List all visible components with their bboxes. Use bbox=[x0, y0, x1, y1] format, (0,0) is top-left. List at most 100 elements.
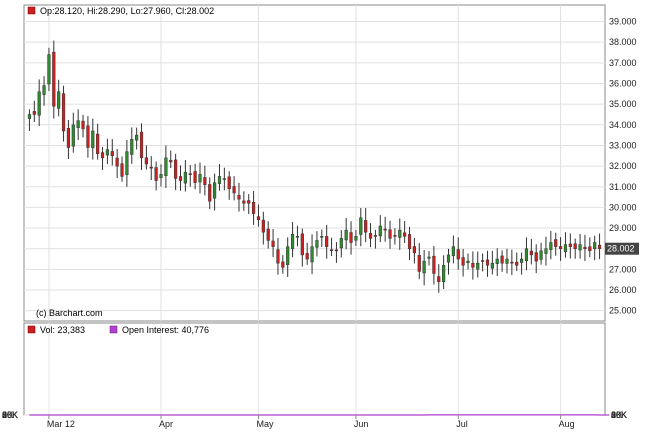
price-tick-label: 25.000 bbox=[609, 306, 637, 316]
candle-body bbox=[71, 124, 75, 147]
candle-body bbox=[227, 176, 231, 190]
candle-body bbox=[588, 246, 592, 252]
candle-body bbox=[388, 229, 392, 239]
candle-body bbox=[154, 167, 158, 181]
candle-body bbox=[247, 200, 251, 204]
candle-body bbox=[320, 236, 324, 238]
candle-body bbox=[568, 243, 572, 247]
candle-body bbox=[290, 234, 295, 249]
candle-body bbox=[451, 246, 455, 256]
candle-body bbox=[188, 173, 192, 175]
candle-body bbox=[442, 264, 446, 283]
candle-body bbox=[417, 255, 421, 272]
candle-body bbox=[305, 253, 309, 260]
candle-body bbox=[354, 236, 358, 241]
last-price-label: 28.002 bbox=[607, 244, 635, 254]
candle-body bbox=[578, 244, 582, 251]
volume-tick-label-right: 80K bbox=[611, 410, 627, 420]
candle-body bbox=[359, 217, 363, 235]
month-label: Jul bbox=[456, 419, 468, 429]
volume-legend-swatch bbox=[27, 325, 36, 334]
candle-body bbox=[159, 174, 163, 178]
candle-body bbox=[466, 260, 470, 263]
candle-body bbox=[286, 246, 290, 265]
candle-body bbox=[407, 234, 412, 249]
candle-body bbox=[174, 159, 178, 179]
candle-body bbox=[456, 249, 460, 260]
candle-body bbox=[432, 255, 436, 274]
month-label: Mar 12 bbox=[47, 419, 75, 429]
candle-body bbox=[364, 220, 368, 233]
candle-body bbox=[242, 200, 246, 204]
candle-body bbox=[393, 235, 397, 237]
month-label: Aug bbox=[559, 419, 575, 429]
volume-y-axis-right: 0K20K40K60K80K bbox=[611, 410, 627, 420]
candle-body bbox=[349, 232, 353, 243]
candle-body bbox=[96, 133, 100, 154]
candle-body bbox=[373, 235, 378, 237]
price-tick-label: 30.000 bbox=[609, 202, 637, 212]
candle-body bbox=[593, 242, 597, 249]
candle-body bbox=[461, 257, 465, 266]
candle-body bbox=[515, 261, 519, 266]
candle-body bbox=[558, 246, 563, 249]
candle-body bbox=[86, 125, 90, 148]
price-tick-label: 35.000 bbox=[609, 99, 637, 109]
candle-body bbox=[281, 261, 285, 268]
candle-body bbox=[144, 157, 148, 165]
candle-body bbox=[42, 85, 46, 95]
candle-body bbox=[398, 229, 402, 238]
candle-body bbox=[412, 246, 416, 254]
candle-body bbox=[61, 93, 66, 132]
candle-body bbox=[334, 249, 339, 252]
candle-body bbox=[222, 178, 226, 180]
candle-body bbox=[178, 176, 183, 181]
candle-body bbox=[329, 249, 334, 252]
candle-body bbox=[276, 249, 280, 264]
price-tick-label: 36.000 bbox=[609, 78, 637, 88]
candle-body bbox=[295, 236, 300, 238]
month-label: Apr bbox=[159, 419, 173, 429]
candle-body bbox=[76, 120, 80, 129]
candle-body bbox=[539, 250, 543, 260]
candle-body bbox=[485, 259, 490, 266]
price-tick-label: 29.000 bbox=[609, 223, 637, 233]
ohlc-legend-swatch bbox=[27, 6, 36, 15]
candle-body bbox=[213, 182, 217, 199]
candle-body bbox=[554, 239, 558, 247]
candle-body bbox=[47, 54, 51, 85]
candle-body bbox=[378, 225, 382, 237]
candle-body bbox=[57, 91, 61, 109]
candle-body bbox=[66, 128, 71, 148]
candle-body bbox=[256, 216, 261, 221]
candle-body bbox=[198, 174, 202, 183]
candle-body bbox=[208, 184, 212, 202]
candle-body bbox=[446, 254, 451, 263]
price-chart: 25.00026.00027.00028.00029.00030.00031.0… bbox=[2, 4, 639, 429]
candle-body bbox=[549, 242, 553, 250]
candle-body bbox=[583, 246, 587, 249]
candle-body bbox=[344, 229, 348, 241]
price-tick-label: 34.000 bbox=[609, 120, 637, 130]
candle-body bbox=[368, 233, 373, 239]
candle-body bbox=[271, 240, 275, 247]
candle-body bbox=[500, 255, 504, 264]
price-tick-label: 31.000 bbox=[609, 182, 637, 192]
candle-body bbox=[237, 195, 241, 200]
candle-body bbox=[481, 260, 485, 262]
price-tick-label: 37.000 bbox=[609, 58, 637, 68]
candle-body bbox=[115, 157, 119, 167]
candle-body bbox=[27, 114, 32, 119]
candle-body bbox=[520, 258, 524, 263]
volume-panel-frame bbox=[23, 322, 606, 416]
price-tick-label: 32.000 bbox=[609, 161, 637, 171]
candle-body bbox=[315, 240, 319, 248]
candle-body bbox=[471, 262, 475, 268]
candle-body bbox=[544, 248, 548, 254]
x-axis: Mar 12 Apr May Jun Jul Aug bbox=[47, 415, 575, 429]
price-tick-label: 39.000 bbox=[609, 17, 637, 27]
candle-body bbox=[193, 171, 197, 183]
candle-body bbox=[203, 177, 207, 185]
candle-body bbox=[427, 256, 431, 259]
price-y-axis: 25.00026.00027.00028.00029.00030.00031.0… bbox=[609, 17, 637, 316]
